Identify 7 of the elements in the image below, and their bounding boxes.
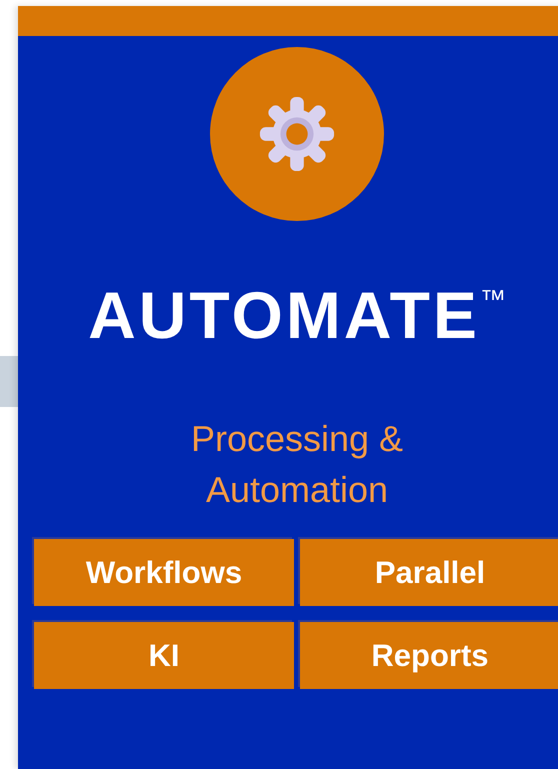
brand-title: AUTOMATE$^{™}$ <box>88 277 506 353</box>
menu-button[interactable]: KI <box>34 622 294 689</box>
tagline: Processing & Automation <box>190 417 404 512</box>
gear-icon <box>258 95 336 173</box>
menu-button[interactable]: Reports <box>300 622 558 689</box>
menu-button[interactable]: Workflows <box>34 539 294 606</box>
menu-button[interactable]: Parallel <box>300 539 558 606</box>
